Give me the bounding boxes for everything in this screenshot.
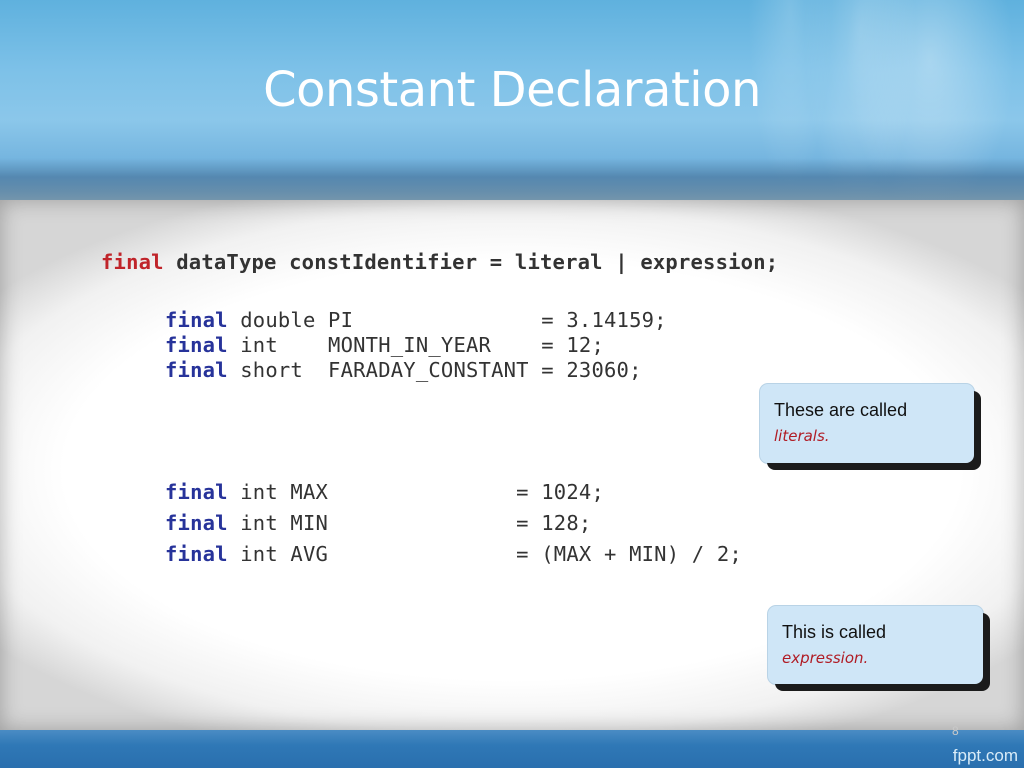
code-line-literal-1: final double PI = 3.14159; — [165, 308, 667, 332]
callout-expression-text: This is called — [782, 622, 887, 642]
code-line-expression-2: final int MIN = 128; — [165, 511, 591, 535]
code-text: double PI = 3.14159; — [227, 308, 667, 332]
code-text: int MONTH_IN_YEAR = 12; — [227, 333, 604, 357]
code-text: int MIN = 128; — [227, 511, 592, 535]
code-text: int MAX = 1024; — [227, 480, 604, 504]
code-line-literal-3: final short FARADAY_CONSTANT = 23060; — [165, 358, 642, 382]
code-line-expression-3: final int AVG = (MAX + MIN) / 2; — [165, 542, 742, 566]
slide-number: 8 — [952, 724, 959, 738]
code-keyword: final — [165, 511, 228, 535]
code-line-expression-1: final int MAX = 1024; — [165, 480, 604, 504]
syntax-keyword: final — [101, 250, 164, 274]
syntax-rest: dataType constIdentifier = literal | exp… — [163, 250, 779, 274]
callout-literals-text: These are called — [774, 400, 908, 420]
syntax-line: final dataType constIdentifier = literal… — [101, 250, 778, 274]
brand-label: fppt.com — [952, 746, 1018, 765]
slide-title: Constant Declaration — [263, 62, 761, 118]
slide-footer — [0, 730, 1024, 768]
header-shadow — [0, 158, 1024, 200]
code-keyword: final — [165, 480, 228, 504]
code-line-literal-2: final int MONTH_IN_YEAR = 12; — [165, 333, 604, 357]
code-keyword: final — [165, 308, 228, 332]
code-text: int AVG = (MAX + MIN) / 2; — [227, 542, 742, 566]
callout-expression-emphasis: expression. — [782, 649, 869, 667]
callout-expression: This is called expression. — [768, 606, 983, 684]
callout-literals: These are called literals. — [760, 384, 974, 463]
code-keyword: final — [165, 333, 228, 357]
code-keyword: final — [165, 358, 228, 382]
code-keyword: final — [165, 542, 228, 566]
callout-literals-emphasis: literals. — [774, 427, 830, 445]
code-text: short FARADAY_CONSTANT = 23060; — [227, 358, 642, 382]
